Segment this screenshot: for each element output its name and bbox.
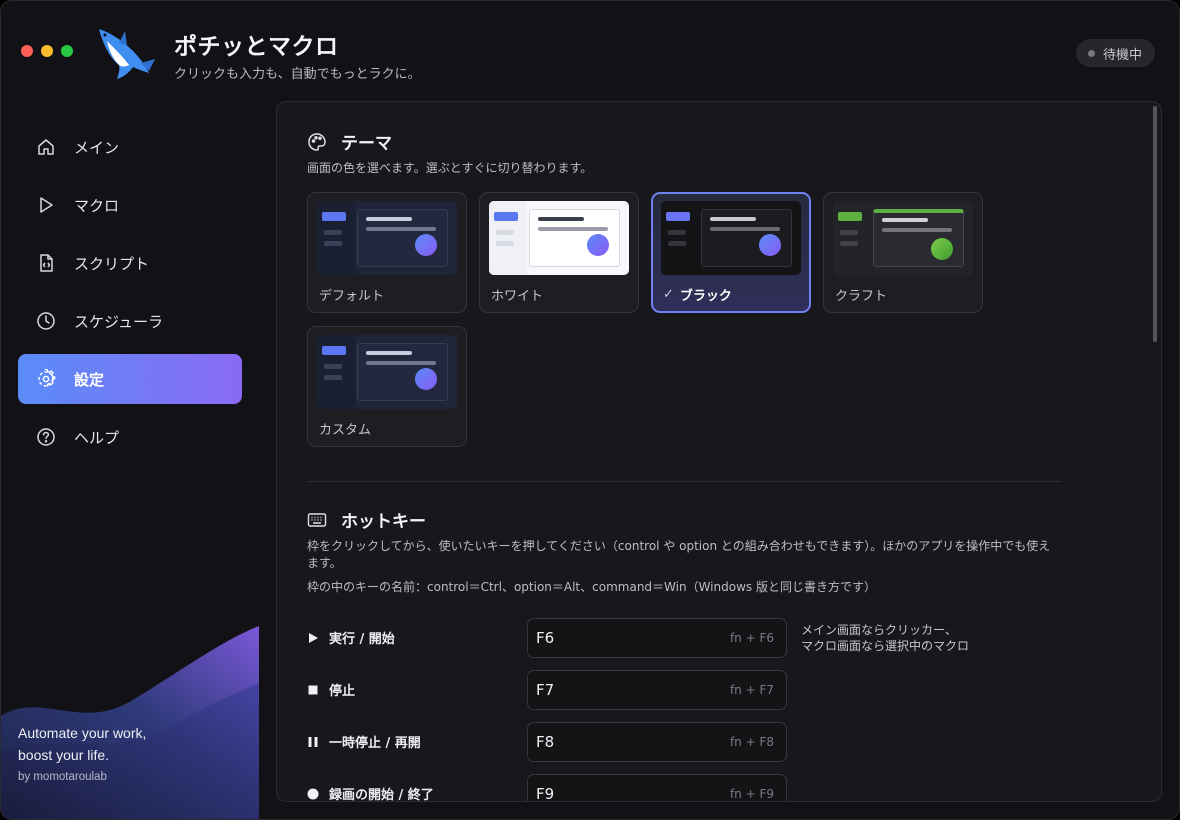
palette-icon	[308, 132, 326, 151]
hotkey-input-record[interactable]: F9 fn + F9	[527, 774, 787, 802]
decorative-wave	[1, 626, 259, 819]
sidebar-item-label: マクロ	[74, 196, 120, 215]
status-badge: 待機中	[1075, 39, 1155, 67]
settings-panel[interactable]: テーマ 画面の色を選べます。選ぶとすぐに切り替わります。 デフォルト ホワイト …	[276, 101, 1162, 802]
app-window: ポチッとマクロ クリックも入力も、自動でもっとラクに。 待機中 メイン マクロ …	[0, 0, 1180, 820]
tagline-line-2: boost your life.	[18, 747, 110, 763]
sidebar-item-label: メイン	[74, 138, 120, 157]
status-text: 待機中	[1102, 47, 1142, 63]
clock-icon	[37, 312, 55, 330]
theme-option-craft[interactable]: クラフト	[823, 192, 983, 313]
hotkey-label: 一時停止 / 再開	[307, 732, 421, 751]
hotkey-alt: fn + F6	[729, 631, 774, 645]
sidebar: メイン マクロ スクリプト スケジューラ 設定 ヘルプ Automate you…	[1, 101, 259, 819]
window-controls	[21, 45, 73, 57]
tagline-line-1: Automate your work,	[18, 725, 147, 741]
sidebar-item-label: ヘルプ	[74, 428, 120, 447]
hotkey-key: F7	[536, 681, 555, 699]
keyboard-icon	[307, 512, 327, 527]
hotkey-section-heading: ホットキー	[307, 507, 426, 532]
sidebar-item-label: 設定	[74, 370, 105, 389]
sidebar-item-script[interactable]: スクリプト	[18, 238, 242, 288]
theme-option-label: カスタム	[319, 423, 372, 438]
scrollbar-thumb[interactable]	[1153, 106, 1157, 342]
script-file-icon	[40, 254, 53, 272]
theme-option-label: ✓ ブラック	[663, 287, 732, 304]
shark-logo-icon	[99, 29, 155, 79]
hotkey-alt: fn + F8	[729, 735, 774, 749]
hotkey-alt: fn + F9	[729, 787, 774, 801]
tagline: Automate your work, boost your life.	[18, 722, 146, 766]
hotkey-row-pause: 一時停止 / 再開 F8 fn + F8	[307, 722, 787, 762]
theme-preview	[661, 201, 801, 275]
byline: by momotaroulab	[18, 771, 107, 783]
theme-option-white[interactable]: ホワイト	[479, 192, 639, 313]
sidebar-item-label: スケジューラ	[74, 312, 163, 331]
hotkey-label: 実行 / 開始	[307, 628, 395, 647]
sidebar-item-help[interactable]: ヘルプ	[18, 412, 242, 462]
maximize-window-button[interactable]	[61, 45, 73, 57]
play-icon	[40, 197, 53, 213]
hotkey-key: F6	[536, 629, 555, 647]
run-hotkey-note: メイン画面ならクリッカー、 マクロ画面なら選択中のマクロ	[801, 623, 970, 653]
play-solid-icon	[309, 632, 318, 643]
hotkey-key: F9	[536, 785, 555, 802]
home-icon	[38, 139, 54, 155]
record-icon	[307, 788, 319, 799]
theme-section-heading: テーマ	[307, 129, 392, 154]
theme-preview	[489, 201, 629, 275]
app-subtitle: クリックも入力も、自動でもっとラクに。	[174, 67, 421, 82]
theme-description: 画面の色を選べます。選ぶとすぐに切り替わります。	[307, 161, 593, 175]
theme-option-label: ホワイト	[491, 289, 544, 304]
hotkey-row-record: 録画の開始 / 終了 F9 fn + F9	[307, 774, 787, 802]
hotkey-label: 停止	[307, 680, 355, 699]
theme-option-label: デフォルト	[319, 289, 385, 304]
hotkey-description: 枠をクリックしてから、使いたいキーを押してください（control や opti…	[307, 538, 1067, 572]
theme-option-default[interactable]: デフォルト	[307, 192, 467, 313]
hotkey-row-stop: 停止 F7 fn + F7	[307, 670, 787, 710]
sidebar-item-label: スクリプト	[74, 254, 150, 273]
section-divider	[307, 481, 1062, 482]
sidebar-item-settings[interactable]: 設定	[18, 354, 242, 404]
theme-heading-text: テーマ	[341, 134, 392, 154]
hotkey-key: F8	[536, 733, 555, 751]
hotkey-input-run[interactable]: F6 fn + F6	[527, 618, 787, 658]
hotkey-row-run: 実行 / 開始 F6 fn + F6	[307, 618, 787, 658]
hotkey-input-pause[interactable]: F8 fn + F8	[527, 722, 787, 762]
theme-preview	[317, 201, 457, 275]
hotkey-description-line-1: 枠をクリックしてから、使いたいキーを押してください（control や opti…	[307, 539, 1051, 553]
sidebar-item-scheduler[interactable]: スケジューラ	[18, 296, 242, 346]
theme-option-label: クラフト	[835, 289, 888, 304]
help-icon	[37, 428, 55, 446]
hotkey-input-stop[interactable]: F7 fn + F7	[527, 670, 787, 710]
hotkey-heading-text: ホットキー	[341, 512, 426, 532]
status-dot-icon	[1087, 49, 1095, 57]
hotkey-alt: fn + F7	[729, 683, 774, 697]
pause-icon	[308, 736, 318, 747]
sidebar-item-macro[interactable]: マクロ	[18, 180, 242, 230]
theme-option-black[interactable]: ✓ ブラック	[651, 192, 811, 313]
app-title: ポチッとマクロ	[174, 34, 339, 60]
stop-icon	[308, 685, 318, 694]
minimize-window-button[interactable]	[41, 45, 53, 57]
hotkey-label: 録画の開始 / 終了	[307, 784, 434, 801]
sidebar-item-main[interactable]: メイン	[18, 122, 242, 172]
theme-preview	[833, 201, 973, 275]
hotkey-description-line-2: ます。	[307, 556, 342, 570]
theme-preview	[317, 335, 457, 409]
check-icon: ✓	[663, 287, 674, 302]
key-names-note: 枠の中のキーの名前：control＝Ctrl、option＝Alt、comman…	[307, 580, 876, 594]
gear-icon	[38, 369, 56, 387]
theme-option-custom[interactable]: カスタム	[307, 326, 467, 447]
close-window-button[interactable]	[21, 45, 33, 57]
